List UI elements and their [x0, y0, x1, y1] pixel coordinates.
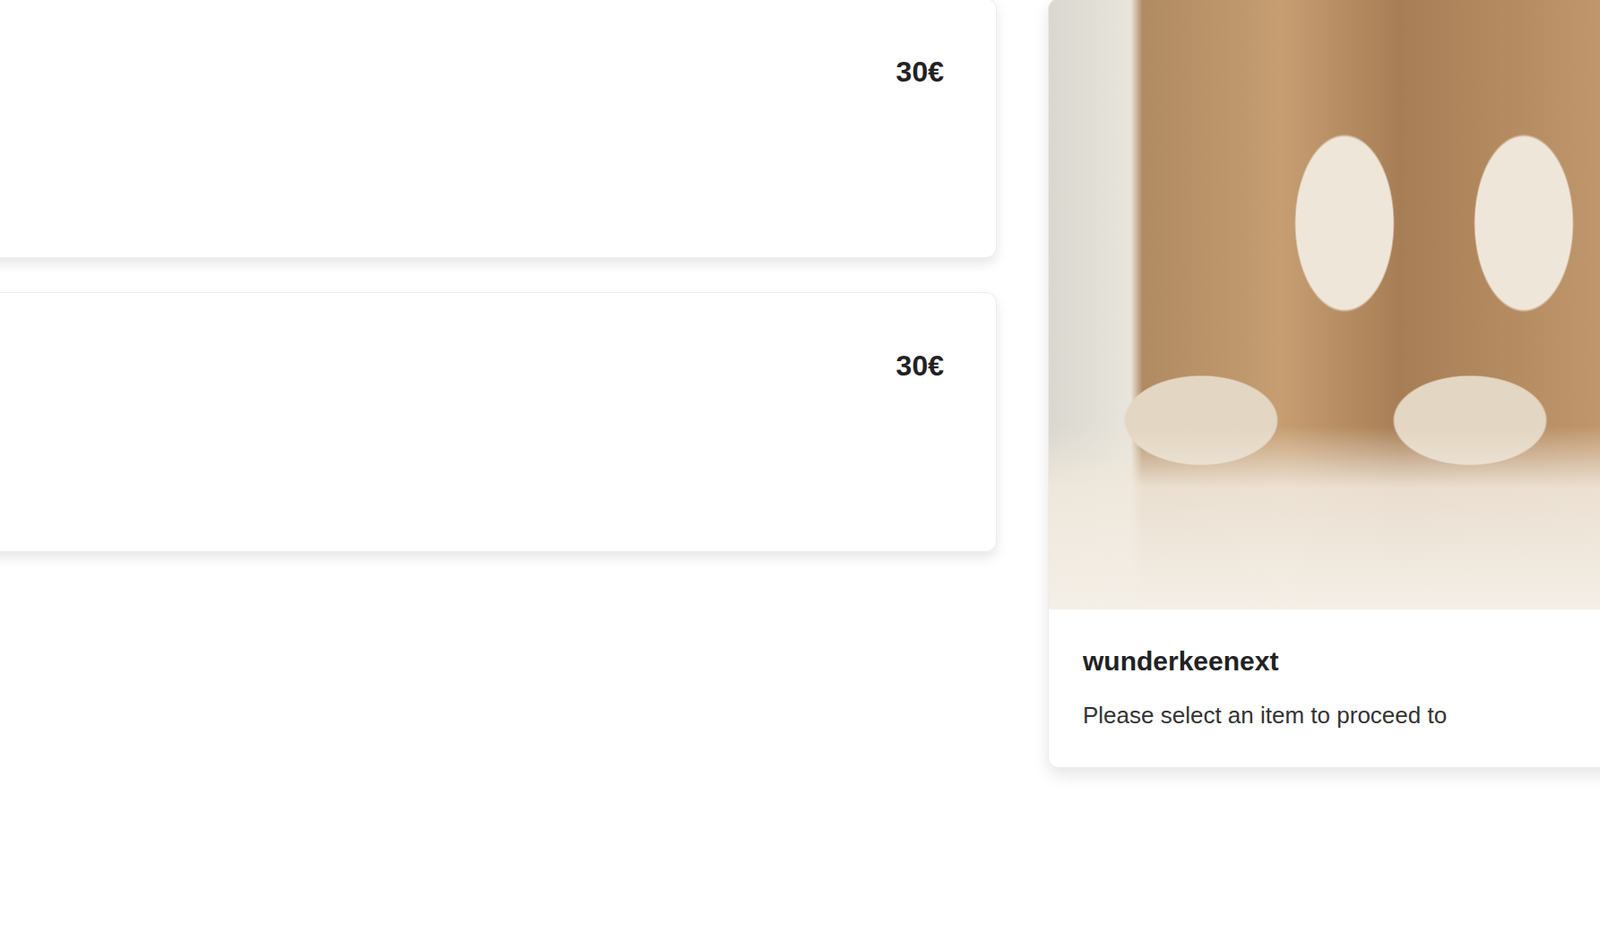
salon-photo: [1048, 0, 1600, 610]
item-list: 30€ 30€: [0, 0, 997, 553]
shop-name: wunderkeenext: [1082, 645, 1600, 678]
item-price: 30€: [896, 56, 944, 88]
hint-text: Please select an item to proceed to: [1082, 700, 1600, 732]
item-price: 30€: [896, 350, 944, 382]
summary-card: wunderkeenext Please select an item to p…: [1047, 0, 1600, 769]
service-item[interactable]: 30€: [0, 0, 997, 259]
page: 30€ 30€ wunderkeenext Please select an it…: [0, 0, 1600, 769]
service-item[interactable]: 30€: [0, 292, 997, 553]
